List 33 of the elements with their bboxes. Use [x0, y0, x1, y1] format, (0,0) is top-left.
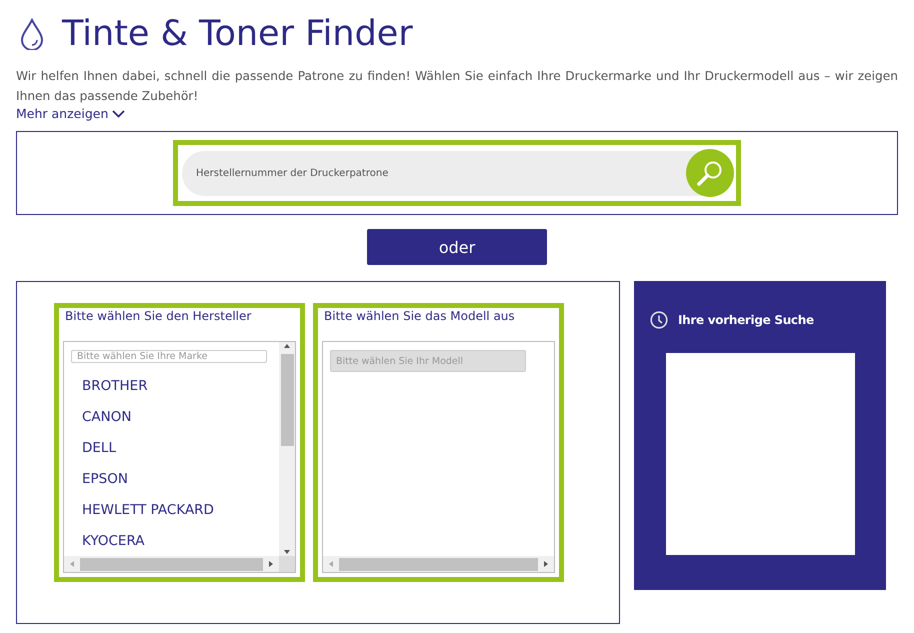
vertical-scrollbar[interactable] — [279, 342, 295, 556]
scrollbar-thumb[interactable] — [280, 354, 294, 446]
scroll-left-icon[interactable] — [327, 560, 335, 568]
scroll-left-icon[interactable] — [68, 560, 76, 568]
scroll-right-icon[interactable] — [542, 560, 550, 568]
manufacturer-item[interactable]: HEWLETT PACKARD — [71, 495, 279, 526]
search-input[interactable]: Herstellernummer der Druckerpatrone — [182, 166, 686, 180]
scrollbar-thumb[interactable] — [80, 558, 263, 570]
clock-icon — [650, 311, 668, 329]
scroll-up-icon[interactable] — [283, 342, 291, 350]
scroll-right-icon[interactable] — [267, 560, 275, 568]
scrollbar-thumb[interactable] — [339, 558, 538, 570]
search-icon — [696, 159, 724, 187]
select-label: Bitte wählen Sie den Hersteller — [64, 308, 252, 325]
page-title: Tinte & Toner Finder — [62, 14, 413, 54]
history-title: Ihre vorherige Suche — [678, 313, 814, 327]
manufacturer-item[interactable]: KYOCERA — [71, 526, 279, 556]
or-button[interactable]: oder — [367, 229, 547, 265]
ink-drop-icon — [20, 18, 44, 50]
show-more-link[interactable]: Mehr anzeigen — [16, 106, 126, 121]
scrollbar-corner — [279, 556, 295, 572]
manufacturer-item[interactable]: EPSON — [71, 464, 279, 495]
select-label: Bitte wählen Sie das Modell aus — [323, 308, 516, 325]
search-button[interactable] — [686, 149, 734, 197]
intro-text: Wir helfen Ihnen dabei, schnell die passende Patrone zu finden! Wählen Sie einfach Ihre Druckermarke und Ihr Druckermodell aus – wir zeigen Ihnen das passende Zubehör! — [16, 68, 898, 105]
filter-field[interactable]: Bitte wählen Sie Ihre Marke — [71, 350, 267, 363]
manufacturer-item[interactable]: BROTHER — [71, 371, 279, 402]
search-field[interactable]: Herstellernummer der Druckerpatrone — [182, 150, 732, 196]
chevron-down-icon — [112, 110, 126, 118]
manufacturer-item[interactable]: CANON — [71, 402, 279, 433]
horizontal-scrollbar[interactable] — [323, 556, 554, 572]
horizontal-scrollbar[interactable] — [64, 556, 279, 572]
manufacturer-item[interactable]: DELL — [71, 433, 279, 464]
